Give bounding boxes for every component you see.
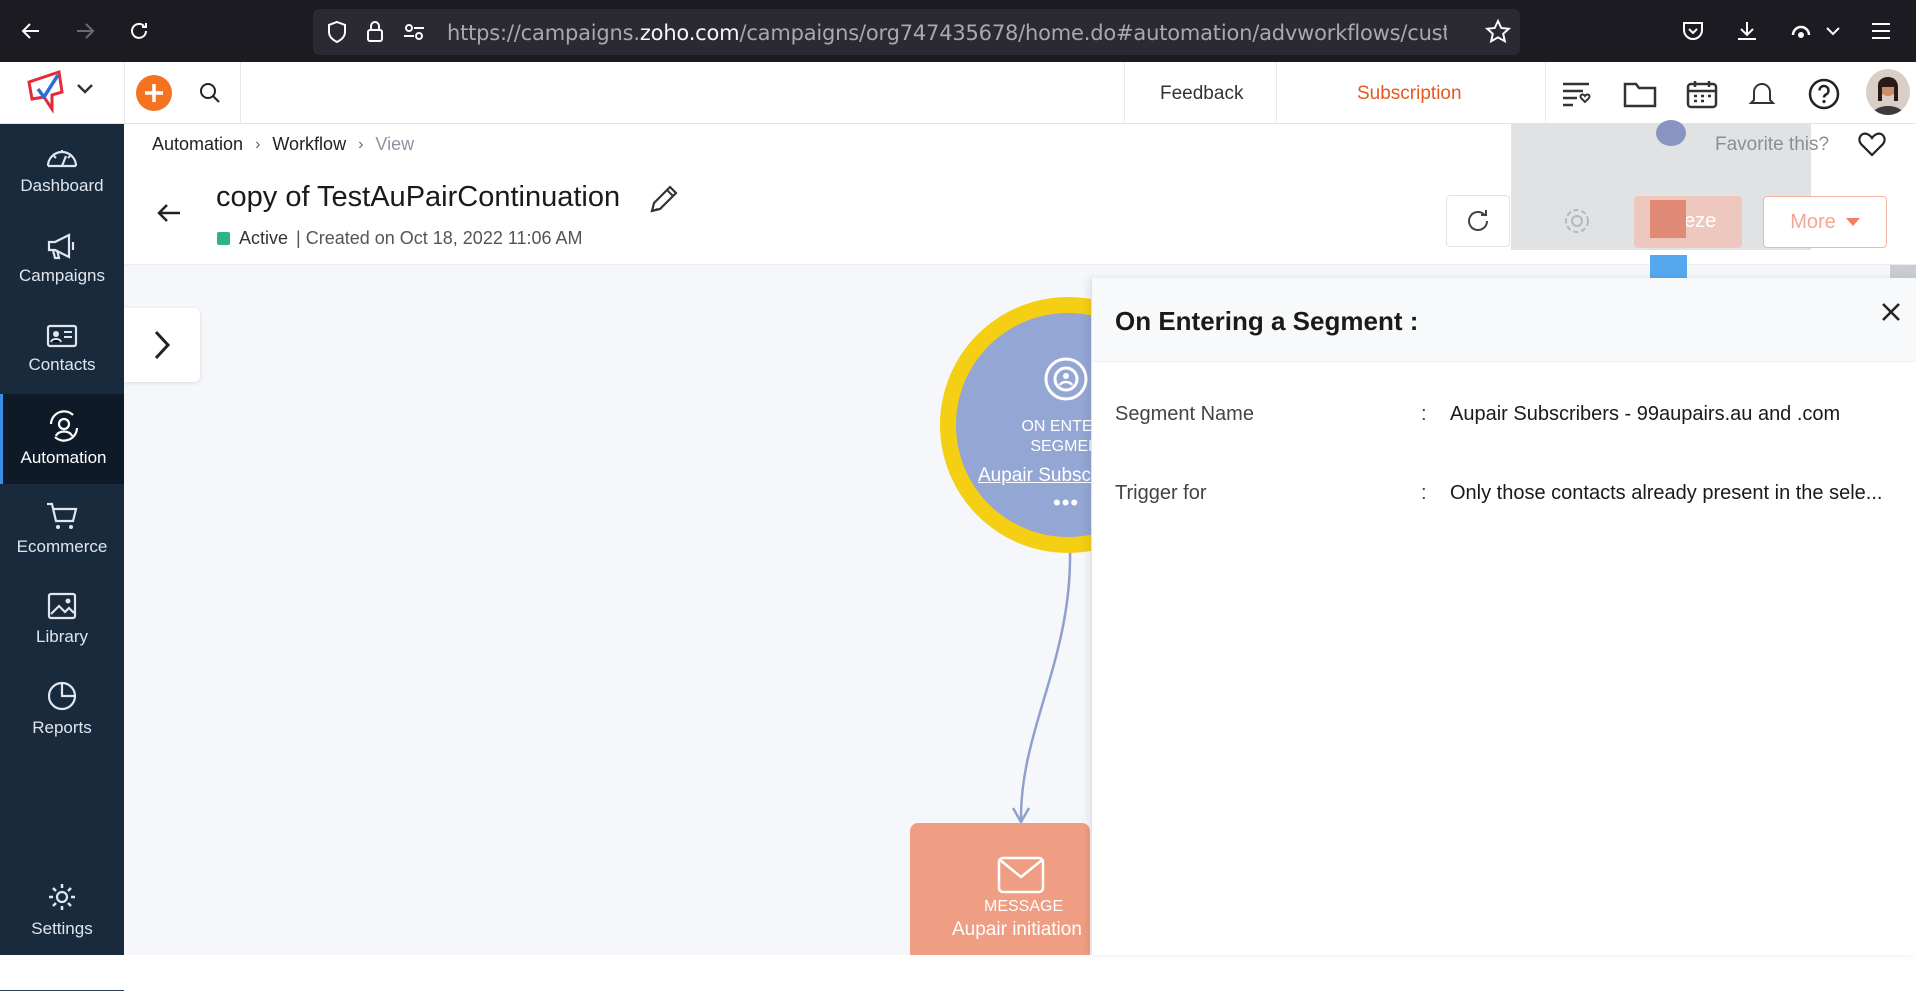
favorite-label[interactable]: Favorite this? xyxy=(1715,134,1829,156)
sidebar-item-reports[interactable]: Reports xyxy=(0,664,124,754)
sidebar-item-dashboard[interactable]: Dashboard xyxy=(0,124,124,214)
status-indicator xyxy=(217,232,230,245)
megaphone-icon xyxy=(47,233,75,260)
url-text: https://campaigns.zoho.com/campaigns/org… xyxy=(447,21,1447,45)
feedback-link[interactable]: Feedback xyxy=(1160,83,1243,105)
download-icon[interactable] xyxy=(1730,14,1764,48)
sidebar-item-campaigns[interactable]: Campaigns xyxy=(0,214,124,304)
sidebar-item-label: Campaigns xyxy=(19,266,105,285)
avatar[interactable] xyxy=(1866,69,1910,115)
sidebar-item-library[interactable]: Library xyxy=(0,574,124,664)
field-separator: : xyxy=(1421,482,1427,504)
browser-toolbar: https://campaigns.zoho.com/campaigns/org… xyxy=(0,0,1916,62)
chevron-right-icon: › xyxy=(358,135,364,153)
help-icon[interactable] xyxy=(1806,76,1842,112)
bookmark-star-icon[interactable] xyxy=(1484,18,1512,50)
edit-pencil-icon[interactable] xyxy=(648,183,680,220)
refresh-icon xyxy=(1468,210,1488,231)
trigger-for-value: Only those contacts already present in t… xyxy=(1450,482,1883,504)
sidebar-item-label: Reports xyxy=(32,718,92,737)
field-separator: : xyxy=(1421,403,1427,425)
site-permissions-icon[interactable] xyxy=(402,21,426,48)
lock-icon[interactable] xyxy=(365,19,385,48)
sidebar-item-label: Contacts xyxy=(28,355,96,374)
contact-card-icon xyxy=(46,324,78,348)
breadcrumb-workflow[interactable]: Workflow xyxy=(272,134,346,155)
segment-name-value: Aupair Subscribers - 99aupairs.au and .c… xyxy=(1450,403,1841,425)
pie-chart-icon xyxy=(47,681,77,711)
panel-header: On Entering a Segment : xyxy=(1092,278,1916,362)
panel-title: On Entering a Segment : xyxy=(1115,306,1419,336)
node-options-icon[interactable]: ••• xyxy=(1053,490,1079,516)
dashboard-gauge-icon xyxy=(46,150,78,168)
envelope-icon xyxy=(997,856,1045,899)
reload-icon[interactable] xyxy=(122,14,156,48)
app-switcher-chevron-icon[interactable] xyxy=(76,82,94,100)
notifications-bell-icon[interactable] xyxy=(1744,76,1780,112)
refresh-button[interactable] xyxy=(1446,195,1510,247)
created-date: | Created on Oct 18, 2022 11:06 AM xyxy=(296,228,583,248)
scrollbar[interactable] xyxy=(1890,265,1916,279)
sidebar-item-automation[interactable]: Automation xyxy=(0,394,124,484)
sidebar-item-label: Dashboard xyxy=(20,176,104,195)
breadcrumb-automation[interactable]: Automation xyxy=(152,134,243,155)
trigger-for-label: Trigger for xyxy=(1115,482,1207,504)
shield-icon[interactable] xyxy=(326,20,348,49)
favorites-list-icon[interactable] xyxy=(1560,76,1596,112)
sidebar-item-ecommerce[interactable]: Ecommerce xyxy=(0,484,124,574)
gear-icon xyxy=(49,884,75,910)
gear-icon xyxy=(1565,209,1589,233)
calendar-icon[interactable] xyxy=(1684,76,1720,112)
app-header: Feedback Subscription 131 xyxy=(0,62,1916,155)
sidebar-item-label: Ecommerce xyxy=(16,537,108,556)
cart-icon xyxy=(47,502,78,529)
back-arrow-icon[interactable] xyxy=(156,202,182,229)
breadcrumb: Automation › Workflow › View xyxy=(152,134,414,155)
address-bar[interactable]: https://campaigns.zoho.com/campaigns/org… xyxy=(313,9,1520,55)
folder-icon[interactable] xyxy=(1622,76,1658,112)
image-library-icon xyxy=(47,592,77,620)
subscription-link[interactable]: Subscription xyxy=(1357,83,1462,105)
chevron-right-icon xyxy=(154,330,171,360)
forward-arrow-icon[interactable] xyxy=(68,14,102,48)
caret-down-icon xyxy=(1845,218,1860,226)
more-label: More xyxy=(1790,210,1836,233)
segment-name-label: Segment Name xyxy=(1115,403,1254,425)
menu-icon[interactable] xyxy=(1864,14,1898,48)
extension-icon[interactable] xyxy=(1784,14,1818,48)
back-arrow-icon[interactable] xyxy=(14,14,48,48)
breadcrumb-view: View xyxy=(375,134,415,154)
expand-panel-button[interactable] xyxy=(124,308,200,382)
create-plus-icon[interactable] xyxy=(136,75,172,116)
workflow-connector xyxy=(1011,550,1072,825)
sidebar-item-label: Automation xyxy=(20,448,107,467)
workflow-status: Active | Created on Oct 18, 2022 11:06 A… xyxy=(217,228,583,249)
pocket-icon[interactable] xyxy=(1676,14,1710,48)
sidebar-item-label: Library xyxy=(36,627,88,646)
page-title: copy of TestAuPairContinuation xyxy=(216,181,621,213)
search-icon[interactable] xyxy=(198,81,222,110)
overlay-dot xyxy=(1656,120,1686,146)
zoho-campaigns-logo-icon[interactable] xyxy=(24,67,74,122)
sidebar-item-label: Settings xyxy=(31,919,93,938)
sidebar-item-contacts[interactable]: Contacts xyxy=(0,304,124,394)
close-button[interactable] xyxy=(1874,295,1908,329)
chevron-down-icon[interactable] xyxy=(1822,14,1844,48)
overlay-marker xyxy=(1650,255,1687,280)
more-button[interactable]: More xyxy=(1763,196,1887,248)
message-node-name[interactable]: Aupair initiation xyxy=(952,919,1082,941)
status-badge: Active xyxy=(239,228,289,248)
automation-icon xyxy=(49,410,78,442)
sidebar-item-settings[interactable]: Settings xyxy=(0,865,124,955)
segment-details-panel: On Entering a Segment : Segment Name : A… xyxy=(1091,278,1916,955)
chevron-right-icon: › xyxy=(255,135,261,153)
segment-target-icon xyxy=(1042,355,1090,408)
segment-node-name[interactable]: Aupair Subsc xyxy=(978,465,1091,487)
freeze-icon xyxy=(1650,200,1686,238)
close-icon xyxy=(1882,303,1900,321)
settings-button[interactable] xyxy=(1544,195,1610,247)
sidebar: Dashboard Campaigns Contacts Automation … xyxy=(0,124,124,991)
heart-icon[interactable] xyxy=(1858,131,1886,162)
